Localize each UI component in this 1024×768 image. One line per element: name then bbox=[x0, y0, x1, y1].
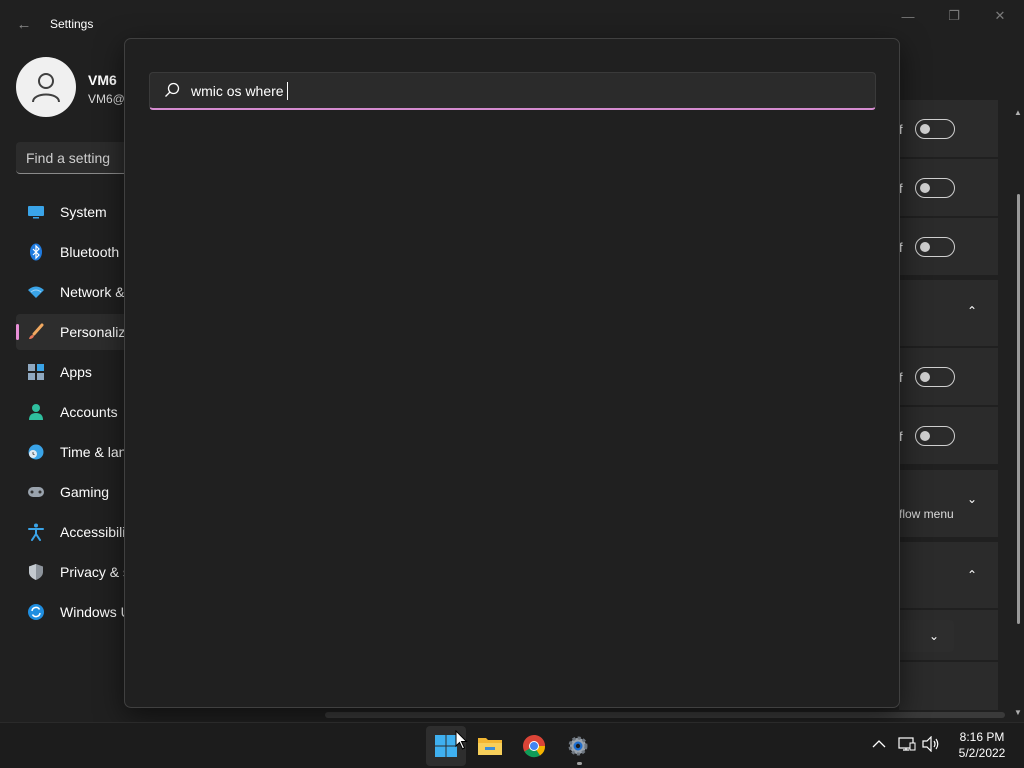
sidebar-item-label: Gaming bbox=[60, 484, 110, 500]
toggle-switch-off[interactable] bbox=[915, 178, 955, 198]
person-icon bbox=[26, 402, 46, 422]
close-icon: ✕ bbox=[994, 8, 1006, 23]
start-search-panel: wmic os where bbox=[124, 38, 900, 708]
clock-time: 8:16 PM bbox=[959, 730, 1005, 744]
mouse-cursor-icon bbox=[455, 730, 468, 750]
apps-icon bbox=[26, 362, 46, 382]
search-query: wmic os where bbox=[191, 83, 284, 99]
expander-header[interactable]: ⌃ bbox=[899, 542, 998, 608]
accessibility-icon bbox=[26, 522, 46, 542]
toggle-switch-off[interactable] bbox=[915, 426, 955, 446]
sidebar-item-label: Windows U bbox=[60, 604, 131, 620]
gamepad-icon bbox=[26, 482, 46, 502]
setting-row[interactable]: f bbox=[899, 348, 998, 405]
setting-row[interactable]: f bbox=[899, 100, 998, 157]
user-email: VM6@ bbox=[88, 92, 125, 106]
horizontal-scrollbar[interactable] bbox=[325, 712, 1005, 718]
sidebar-item-label: Accounts bbox=[60, 404, 118, 420]
volume-icon bbox=[922, 736, 939, 752]
brush-icon bbox=[26, 322, 46, 342]
tray-overflow-button[interactable] bbox=[869, 734, 889, 754]
search-icon bbox=[165, 82, 180, 97]
chrome-icon bbox=[523, 735, 546, 758]
sidebar-item-label: Network & bbox=[60, 284, 125, 300]
find-setting-placeholder: Find a setting bbox=[26, 150, 111, 166]
text-caret bbox=[287, 82, 288, 100]
minimize-icon: — bbox=[901, 8, 915, 24]
sidebar-item-label: System bbox=[60, 204, 107, 220]
sidebar-item-label: Time & lan bbox=[60, 444, 127, 460]
setting-row[interactable]: f bbox=[899, 159, 998, 216]
file-explorer-icon bbox=[478, 738, 502, 755]
app-title: Settings bbox=[50, 17, 94, 31]
toggle-switch-off[interactable] bbox=[915, 119, 955, 139]
file-explorer-button[interactable] bbox=[470, 726, 510, 766]
avatar[interactable] bbox=[16, 57, 76, 117]
sidebar-item-label: Privacy & s bbox=[60, 564, 131, 580]
setting-row[interactable]: f bbox=[899, 218, 998, 275]
close-button[interactable]: ✕ bbox=[980, 6, 1020, 26]
setting-row bbox=[899, 662, 998, 710]
network-tray-button[interactable] bbox=[897, 734, 917, 754]
sidebar-item-label: Personaliz bbox=[60, 324, 126, 340]
chevron-down-icon: ⌄ bbox=[929, 629, 940, 643]
back-arrow-icon: ← bbox=[16, 15, 32, 33]
maximize-icon: ❐ bbox=[948, 8, 960, 23]
toggle-switch-off[interactable] bbox=[915, 237, 955, 257]
settings-content: f f f ⌃ f f flow menu ⌄ ⌃ ⌄ bbox=[899, 100, 999, 710]
sidebar-item-label: Bluetooth bbox=[60, 244, 120, 260]
bluetooth-icon bbox=[26, 242, 46, 262]
shield-icon bbox=[26, 562, 46, 582]
monitor-icon bbox=[26, 202, 46, 222]
search-input[interactable]: wmic os where bbox=[149, 72, 876, 110]
chevron-up-icon: ⌃ bbox=[967, 304, 978, 318]
expander-header[interactable]: ⌃ bbox=[899, 280, 998, 346]
running-indicator bbox=[577, 762, 582, 765]
clock-globe-icon bbox=[26, 442, 46, 462]
row-label-fragment: flow menu bbox=[899, 507, 954, 521]
settings-taskbar-button[interactable] bbox=[558, 726, 598, 766]
network-icon bbox=[898, 737, 916, 751]
chevron-up-icon: ⌃ bbox=[967, 568, 978, 582]
vertical-scrollbar[interactable]: ▲ ▼ bbox=[1013, 108, 1023, 718]
scroll-thumb[interactable] bbox=[1017, 194, 1020, 624]
clock-date: 5/2/2022 bbox=[958, 746, 1006, 760]
minimize-button[interactable]: — bbox=[888, 6, 928, 26]
scroll-down-icon[interactable]: ▼ bbox=[1014, 708, 1022, 717]
chrome-button[interactable] bbox=[514, 726, 554, 766]
toggle-switch-off[interactable] bbox=[915, 367, 955, 387]
sidebar-item-label: Accessibilit bbox=[60, 524, 130, 540]
settings-icon bbox=[568, 736, 588, 756]
update-icon bbox=[26, 602, 46, 622]
taskbar-clock[interactable]: 8:16 PM 5/2/2022 bbox=[946, 729, 1018, 761]
scroll-up-icon[interactable]: ▲ bbox=[1014, 108, 1022, 117]
setting-row[interactable]: f bbox=[899, 407, 998, 464]
person-avatar-icon bbox=[32, 73, 60, 103]
maximize-button[interactable]: ❐ bbox=[934, 6, 974, 26]
back-button[interactable]: ← bbox=[14, 14, 34, 34]
user-name: VM6 bbox=[88, 72, 117, 88]
volume-tray-button[interactable] bbox=[921, 734, 941, 754]
dropdown-select[interactable]: ⌄ bbox=[899, 620, 954, 652]
expander-header[interactable]: flow menu ⌄ bbox=[899, 470, 998, 537]
sidebar-item-label: Apps bbox=[60, 364, 92, 380]
chevron-up-icon bbox=[872, 740, 886, 748]
wifi-icon bbox=[26, 282, 46, 302]
chevron-down-icon: ⌄ bbox=[967, 492, 978, 506]
